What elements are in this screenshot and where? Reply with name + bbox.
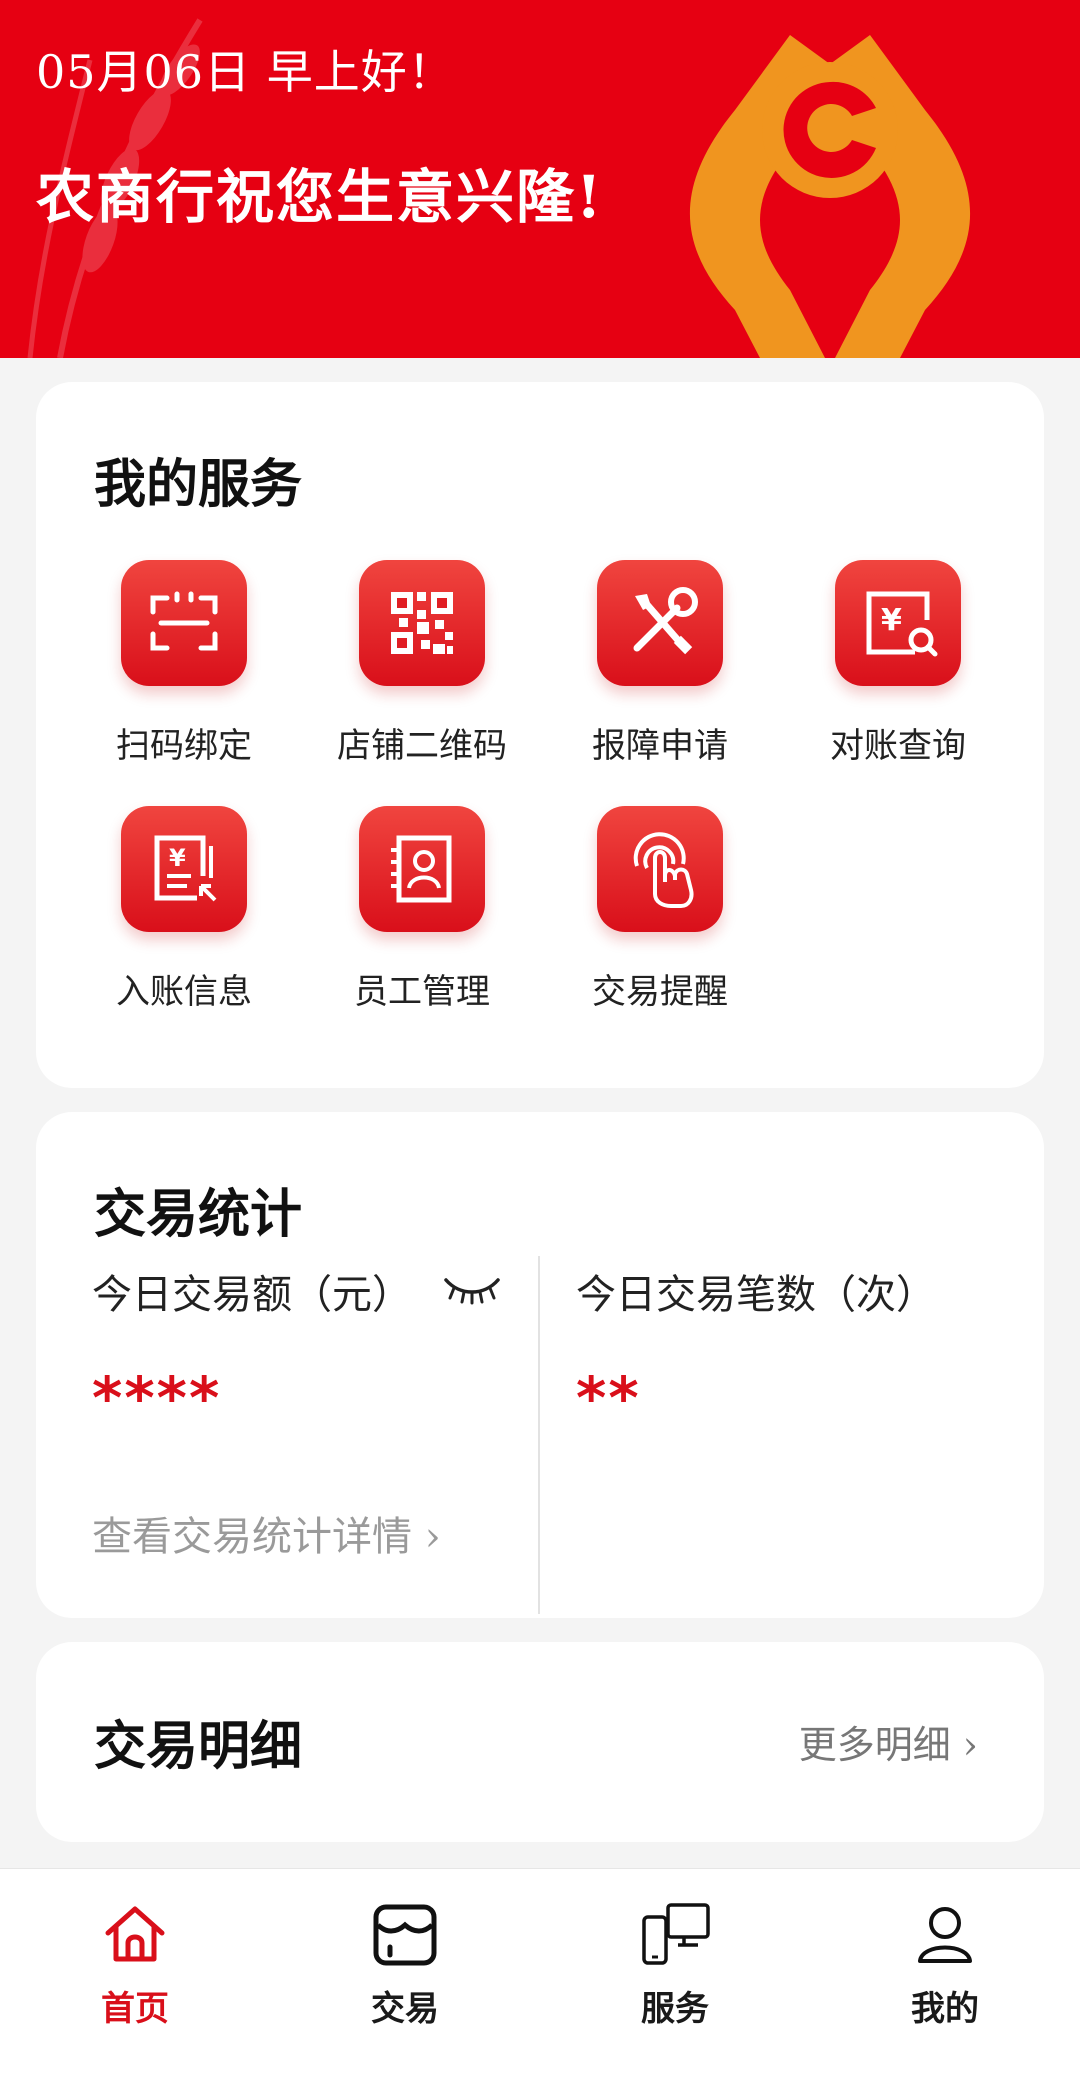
date-greeting: 05月06日 早上好！	[36, 45, 455, 99]
today-count-label: 今日交易笔数（次）	[576, 1272, 936, 1318]
service-fault-report[interactable]: 报障申请	[550, 560, 770, 790]
scan-icon	[121, 560, 247, 686]
service-staff-management[interactable]: 员工管理	[312, 806, 532, 1036]
eye-closed-icon[interactable]	[442, 1272, 502, 1308]
service-reconcile-query[interactable]: ¥ 对账查询	[788, 560, 1008, 790]
tab-transactions[interactable]: 交易	[270, 1869, 540, 2085]
svg-text:¥: ¥	[169, 844, 186, 872]
home-icon	[105, 1906, 165, 1962]
tab-label: 服务	[641, 1989, 709, 2029]
transaction-stats-card: 交易统计 今日交易额（元） **** 今日交易笔数（次） ** 查看交易统计详情…	[36, 1112, 1044, 1618]
today-amount-value: ****	[92, 1364, 222, 1432]
service-label: 扫码绑定	[116, 726, 252, 766]
receipt-icon: ¥	[121, 806, 247, 932]
tools-icon	[597, 560, 723, 686]
service-label: 交易提醒	[592, 972, 728, 1012]
today-amount-label: 今日交易额（元）	[92, 1272, 412, 1318]
tab-mine[interactable]: 我的	[810, 1869, 1080, 2085]
service-label: 报障申请	[592, 726, 728, 766]
qrcode-icon	[359, 560, 485, 686]
touch-icon	[597, 806, 723, 932]
tab-services[interactable]: 服务	[540, 1869, 810, 2085]
service-label: 员工管理	[354, 972, 490, 1012]
service-label: 店铺二维码	[337, 726, 507, 766]
user-icon	[918, 1907, 972, 1963]
staff-icon	[359, 806, 485, 932]
service-scan-bind[interactable]: 扫码绑定	[74, 560, 294, 790]
services-title: 我的服务	[94, 454, 303, 515]
details-title: 交易明细	[94, 1716, 303, 1777]
stats-title: 交易统计	[94, 1184, 303, 1245]
tab-label: 我的	[911, 1989, 979, 2029]
services-card: 我的服务 扫码绑定 店铺二维码 报障申请 ¥ 对账查询 ¥ 入账信息 员工管理 …	[36, 382, 1044, 1088]
svg-text:¥: ¥	[881, 603, 902, 638]
bottom-tab-bar: 首页 交易 服务 我的	[0, 1868, 1080, 2085]
devices-icon	[642, 1903, 710, 1965]
service-label: 入账信息	[116, 972, 252, 1012]
service-entry-info[interactable]: ¥ 入账信息	[74, 806, 294, 1036]
header-banner: 05月06日 早上好！ 农商行祝您生意兴隆!	[0, 0, 1080, 358]
today-count-value: **	[576, 1364, 641, 1432]
tab-label: 交易	[371, 1989, 439, 2029]
bank-logo-icon	[689, 35, 971, 358]
reconcile-search-icon: ¥	[835, 560, 961, 686]
store-icon	[373, 1904, 437, 1966]
tab-home[interactable]: 首页	[0, 1869, 270, 2085]
service-store-qrcode[interactable]: 店铺二维码	[312, 560, 532, 790]
transaction-details-card: 交易明细 更多明细 ›	[36, 1642, 1044, 1842]
service-transaction-alert[interactable]: 交易提醒	[550, 806, 770, 1036]
stats-divider	[538, 1256, 540, 1614]
service-label: 对账查询	[830, 726, 966, 766]
more-details-link[interactable]: 更多明细 ›	[799, 1714, 978, 1769]
tab-label: 首页	[101, 1989, 169, 2029]
banner-slogan: 农商行祝您生意兴隆!	[36, 163, 604, 231]
stats-detail-link[interactable]: 查看交易统计详情 ›	[92, 1504, 441, 1562]
